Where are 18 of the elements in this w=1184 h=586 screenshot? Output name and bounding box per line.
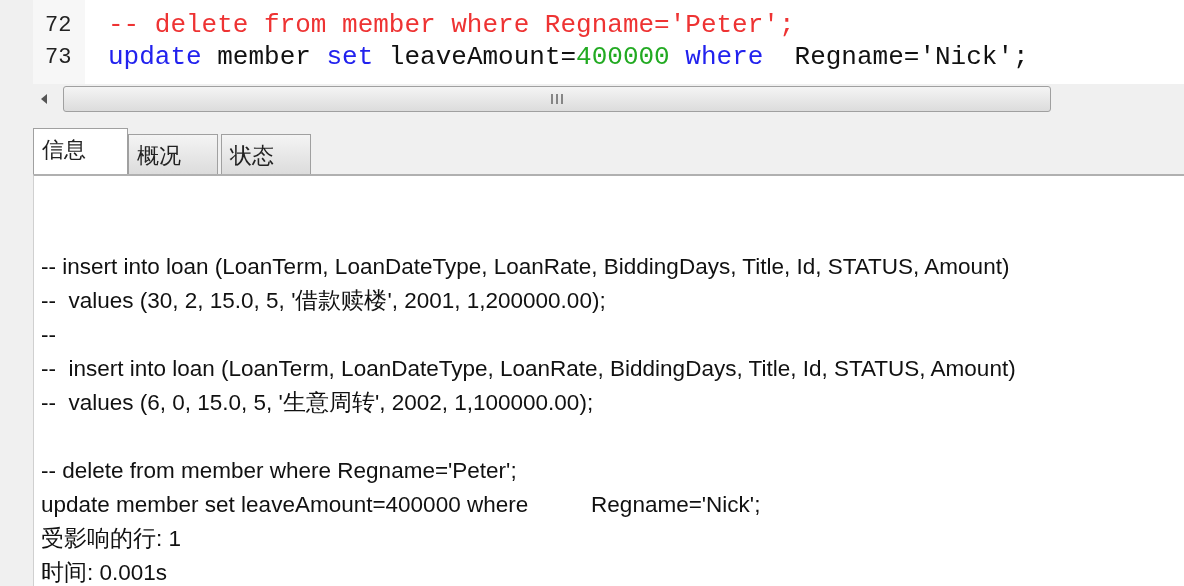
line-number: 72 bbox=[44, 12, 73, 38]
line-number: 73 bbox=[44, 44, 73, 70]
tab[interactable]: 概况 bbox=[128, 134, 218, 174]
output-line: -- values (6, 0, 15.0, 5, '生意周转', 2002, 1,100000.00); bbox=[41, 389, 595, 417]
output-line: 受影响的行: 1 bbox=[41, 525, 183, 553]
output-line: -- insert into loan (LoanTerm, LoanDateType, LoanRate, BiddingDays, Title, Id, STATUS, Amount) bbox=[41, 355, 1017, 383]
code-line: update member set leaveAmount=400000 where Regname='Nick'; bbox=[108, 42, 1029, 72]
scroll-left-icon[interactable] bbox=[40, 94, 48, 104]
output-line: -- bbox=[41, 321, 57, 349]
scrollbar-thumb[interactable] bbox=[63, 86, 1051, 112]
output-line: -- values (30, 2, 15.0, 5, '借款赎楼', 2001, 1,200000.00); bbox=[41, 287, 607, 315]
tab[interactable]: 状态 bbox=[221, 134, 311, 174]
output-line: -- delete from member where Regname='Peter'; bbox=[41, 457, 518, 485]
tab[interactable]: 信息 bbox=[33, 128, 128, 177]
output-line: 时间: 0.001s bbox=[41, 559, 169, 586]
code-line: -- delete from member where Regname='Peter'; bbox=[108, 10, 795, 40]
output-line: -- insert into loan (LoanTerm, LoanDateType, LoanRate, BiddingDays, Title, Id, STATUS, Amount) bbox=[41, 253, 1011, 281]
output-line: update member set leaveAmount=400000 where Regname='Nick'; bbox=[41, 491, 762, 519]
